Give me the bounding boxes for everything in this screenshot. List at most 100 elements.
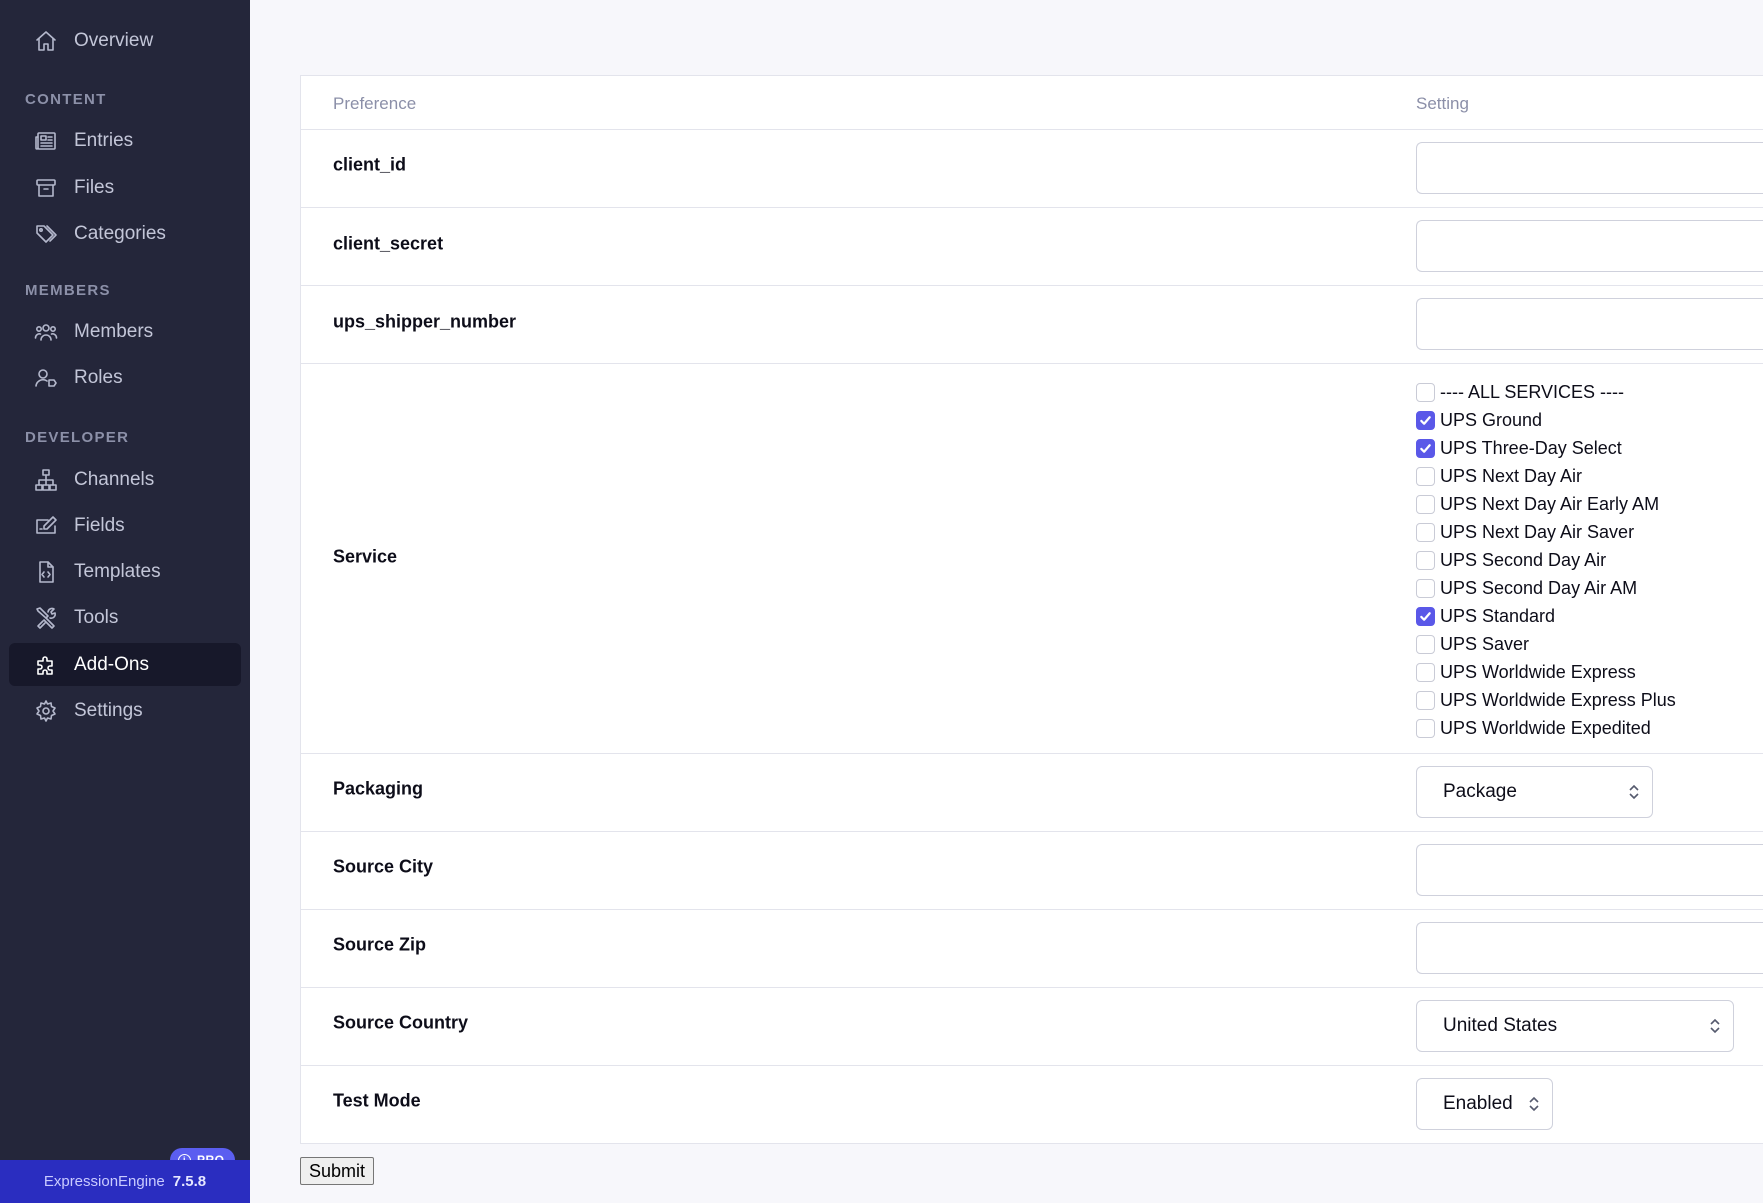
source-country-select[interactable]: United States [1416,1000,1734,1052]
sidebar-item-label: Settings [74,699,143,721]
checkmark-icon [1420,611,1431,621]
service-checkbox[interactable] [1416,494,1435,514]
pen-field-icon [33,513,59,539]
service-option[interactable]: UPS Next Day Air [1416,462,1676,490]
service-checkbox[interactable] [1416,634,1435,654]
sidebar-item-addons[interactable]: Add-Ons [9,643,241,686]
service-option[interactable]: ---- ALL SERVICES ---- [1416,378,1676,406]
test-mode-select-value: Enabled [1443,1093,1513,1114]
checkmark-icon [1420,415,1431,425]
table-row: Source Zip [301,910,1763,988]
sidebar-item-categories[interactable]: Categories [9,212,241,255]
version-footer[interactable]: ExpressionEngine 7.5.8 [0,1160,250,1203]
service-option-label: UPS Second Day Air AM [1440,577,1638,598]
table-row: client_secret [301,208,1763,286]
sidebar-item-files[interactable]: Files [9,166,241,209]
service-option[interactable]: UPS Second Day Air [1416,546,1676,574]
sidebar-item-overview[interactable]: Overview [9,19,241,62]
packaging-label: Packaging [333,778,424,799]
sidebar-item-roles[interactable]: Roles [9,356,241,399]
users-icon [33,319,59,345]
service-option[interactable]: UPS Next Day Air Saver [1416,518,1676,546]
sidebar-item-tools[interactable]: Tools [9,596,241,639]
section-heading-developer: DEVELOPER [25,429,130,446]
sidebar-item-label: Members [74,320,154,342]
sidebar-item-label: Files [74,176,115,198]
table-row: Packaging Package [301,754,1763,832]
service-option-label: UPS Three-Day Select [1440,437,1622,458]
client-secret-input[interactable] [1416,220,1763,272]
sidebar-item-label: Templates [74,560,161,582]
client-id-input[interactable] [1416,142,1763,194]
service-checkbox[interactable] [1416,438,1435,458]
service-checkbox[interactable] [1416,578,1435,598]
service-checkbox[interactable] [1416,690,1435,710]
service-option-label: UPS Second Day Air [1440,549,1607,570]
service-checkbox[interactable] [1416,662,1435,682]
service-checkbox[interactable] [1416,410,1435,430]
chevron-up-down-icon [1528,1095,1540,1113]
table-row: ups_shipper_number [301,286,1763,364]
service-option[interactable]: UPS Saver [1416,630,1676,658]
service-option-label: UPS Worldwide Expedited [1440,717,1651,738]
table-row: Test Mode Enabled [301,1066,1763,1144]
sidebar-item-channels[interactable]: Channels [9,458,241,501]
service-checkbox[interactable] [1416,718,1435,738]
service-option-label: UPS Saver [1440,633,1530,654]
footer-version: 7.5.8 [172,1173,207,1190]
sidebar-item-label: Fields [74,514,125,536]
tools-icon [33,605,59,631]
sidebar-item-label: Channels [74,468,155,490]
archive-box-icon [33,175,59,201]
table-row: client_id [301,130,1763,208]
column-header-setting: Setting [1416,94,1469,113]
sidebar-item-label: Roles [74,366,123,388]
sidebar-item-settings[interactable]: Settings [9,689,241,732]
service-option[interactable]: UPS Worldwide Express Plus [1416,686,1676,714]
ups-shipper-number-label: ups_shipper_number [333,311,517,332]
service-option[interactable]: UPS Next Day Air Early AM [1416,490,1676,518]
service-option[interactable]: UPS Second Day Air AM [1416,574,1676,602]
service-checkbox[interactable] [1416,606,1435,626]
sidebar-item-members[interactable]: Members [9,310,241,353]
client-secret-label: client_secret [333,233,444,254]
table-header: Preference Setting [301,76,1763,130]
sitemap-icon [33,467,59,493]
service-option[interactable]: UPS Standard [1416,602,1676,630]
source-city-input[interactable] [1416,844,1763,896]
packaging-select[interactable]: Package [1416,766,1653,818]
source-city-label: Source City [333,856,434,877]
settings-table: Preference Setting client_id client_secr… [300,75,1763,1144]
packaging-select-value: Package [1443,781,1517,802]
footer-brand: ExpressionEngine [43,1173,165,1190]
service-option[interactable]: UPS Three-Day Select [1416,434,1676,462]
ups-shipper-number-input[interactable] [1416,298,1763,350]
gear-icon [33,698,59,724]
service-checkbox[interactable] [1416,522,1435,542]
checkmark-icon [1420,443,1431,453]
table-row: Source Country United States [301,988,1763,1066]
source-country-label: Source Country [333,1012,469,1033]
submit-button[interactable]: Submit [300,1157,375,1185]
service-option[interactable]: UPS Ground [1416,406,1676,434]
service-option-label: UPS Worldwide Express [1440,661,1636,682]
file-code-icon [33,559,59,585]
section-heading-content: CONTENT [25,91,107,108]
sidebar-item-templates[interactable]: Templates [9,550,241,593]
sidebar-item-label: Overview [74,29,154,51]
sidebar-item-entries[interactable]: Entries [9,119,241,162]
service-checkbox[interactable] [1416,466,1435,486]
source-zip-input[interactable] [1416,922,1763,974]
chevron-up-down-icon [1628,783,1640,801]
service-option[interactable]: UPS Worldwide Expedited [1416,714,1676,742]
tags-icon [33,221,59,247]
service-checkbox[interactable] [1416,382,1435,402]
service-option-label: UPS Worldwide Express Plus [1440,689,1676,710]
service-option[interactable]: UPS Worldwide Express [1416,658,1676,686]
service-checkbox[interactable] [1416,550,1435,570]
sidebar-item-label: Tools [74,606,119,628]
table-row: Source City [301,832,1763,910]
column-header-preference: Preference [333,94,417,113]
sidebar-item-fields[interactable]: Fields [9,504,241,547]
test-mode-select[interactable]: Enabled [1416,1078,1553,1130]
